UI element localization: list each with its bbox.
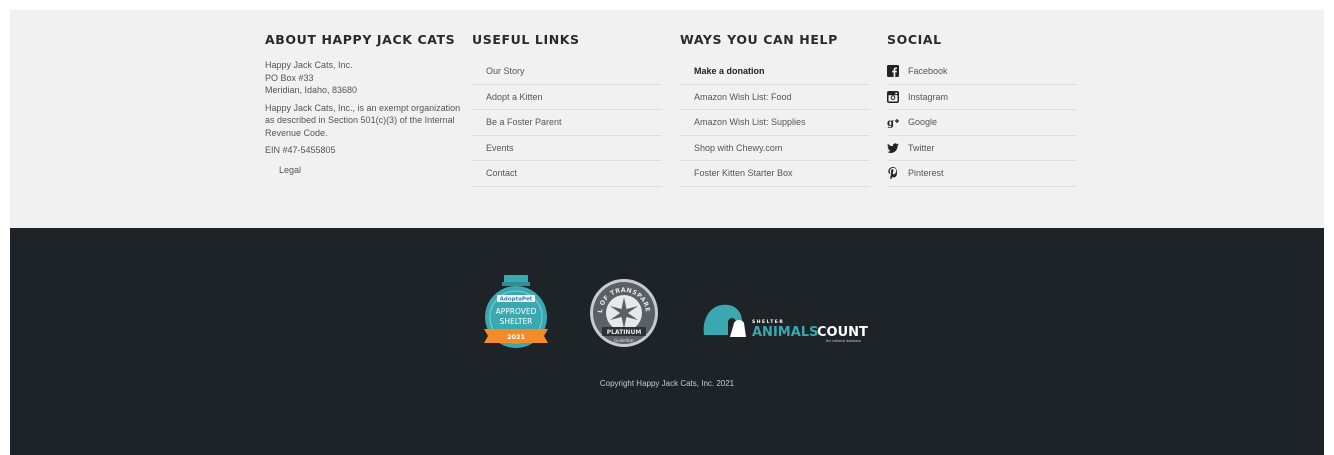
ways-to-help-list: Make a donation Amazon Wish List: Food A… (680, 59, 870, 187)
page-footer: ABOUT HAPPY JACK CATS Happy Jack Cats, I… (10, 10, 1324, 455)
address-line-2: PO Box #33 (265, 72, 314, 83)
social-column: SOCIAL Facebook Instagram g Google Twitt… (887, 32, 1077, 187)
link-wishlist-supplies[interactable]: Amazon Wish List: Supplies (680, 110, 870, 136)
approved-shelter-badge[interactable]: AdoptaPet APPROVED SHELTER 2021 (480, 273, 552, 360)
badge-year-text: 2021 (507, 333, 526, 341)
approved-text: APPROVED (496, 307, 537, 316)
social-list: Facebook Instagram g Google Twitter Pint… (887, 59, 1077, 187)
social-pinterest-label: Pinterest (908, 168, 944, 179)
social-heading: SOCIAL (887, 32, 942, 47)
link-make-donation[interactable]: Make a donation (680, 59, 870, 85)
exempt-statement: Happy Jack Cats, Inc., is an exempt orga… (265, 102, 461, 138)
useful-links-column: USEFUL LINKS Our Story Adopt a Kitten Be… (472, 32, 662, 187)
copyright-text: Copyright Happy Jack Cats, Inc. 2021 (599, 379, 735, 388)
animals-text: ANIMALS (752, 325, 818, 340)
shelter-text: SHELTER (500, 317, 533, 326)
link-events[interactable]: Events (472, 136, 662, 161)
social-instagram-label: Instagram (908, 91, 949, 102)
guidestar-brand-text: GuideStar (614, 338, 634, 343)
footer-links-section: ABOUT HAPPY JACK CATS Happy Jack Cats, I… (10, 10, 1324, 228)
footer-badges-section: AdoptaPet APPROVED SHELTER 2021 L OF TRA… (10, 228, 1324, 455)
address-line-3: Meridian, Idaho, 83680 (265, 85, 358, 95)
useful-links-list: Our Story Adopt a Kitten Be a Foster Par… (472, 59, 662, 187)
about-heading: ABOUT HAPPY JACK CATS (265, 32, 456, 47)
ways-to-help-heading: WAYS YOU CAN HELP (680, 32, 838, 47)
link-adopt-a-kitten[interactable]: Adopt a Kitten (472, 85, 662, 110)
svg-text:g: g (887, 118, 894, 128)
social-google[interactable]: g Google (887, 110, 1077, 136)
pinterest-icon (887, 167, 899, 180)
address-line-1: Happy Jack Cats, Inc. (265, 60, 353, 70)
instagram-icon (887, 90, 899, 103)
social-twitter[interactable]: Twitter (887, 136, 1077, 161)
facebook-icon (887, 65, 899, 78)
shelter-animals-count-logo[interactable]: SHELTER ANIMALS COUNT the national datab… (700, 293, 880, 348)
badges-row: AdoptaPet APPROVED SHELTER 2021 L OF TRA… (10, 271, 1324, 363)
national-database-text: the national database (826, 339, 861, 343)
about-column: ABOUT HAPPY JACK CATS Happy Jack Cats, I… (265, 32, 465, 178)
social-facebook[interactable]: Facebook (887, 59, 1077, 85)
social-google-label: Google (908, 117, 938, 128)
useful-links-heading: USEFUL LINKS (472, 32, 580, 47)
link-foster-parent[interactable]: Be a Foster Parent (472, 110, 662, 136)
legal-link[interactable]: Legal (279, 165, 301, 175)
google-plus-icon: g (887, 116, 899, 128)
link-shop-chewy[interactable]: Shop with Chewy.com (680, 136, 870, 161)
ways-to-help-column: WAYS YOU CAN HELP Make a donation Amazon… (680, 32, 870, 187)
platinum-text: PLATINUM (607, 329, 642, 336)
link-contact[interactable]: Contact (472, 161, 662, 187)
social-pinterest[interactable]: Pinterest (887, 161, 1077, 187)
social-twitter-label: Twitter (908, 142, 935, 153)
guidestar-seal-badge[interactable]: SEAL OF TRANSPARENCY PLATINUM GuideStar (585, 271, 660, 355)
count-text: COUNT (817, 325, 868, 340)
twitter-icon (887, 142, 899, 154)
link-our-story[interactable]: Our Story (472, 59, 662, 85)
social-instagram[interactable]: Instagram (887, 85, 1077, 110)
social-facebook-label: Facebook (908, 66, 948, 77)
link-wishlist-food[interactable]: Amazon Wish List: Food (680, 85, 870, 110)
adoptapet-brand-text: AdoptaPet (500, 297, 533, 303)
link-starter-box[interactable]: Foster Kitten Starter Box (680, 161, 870, 187)
ein-number: EIN #47-5455805 (265, 145, 336, 155)
